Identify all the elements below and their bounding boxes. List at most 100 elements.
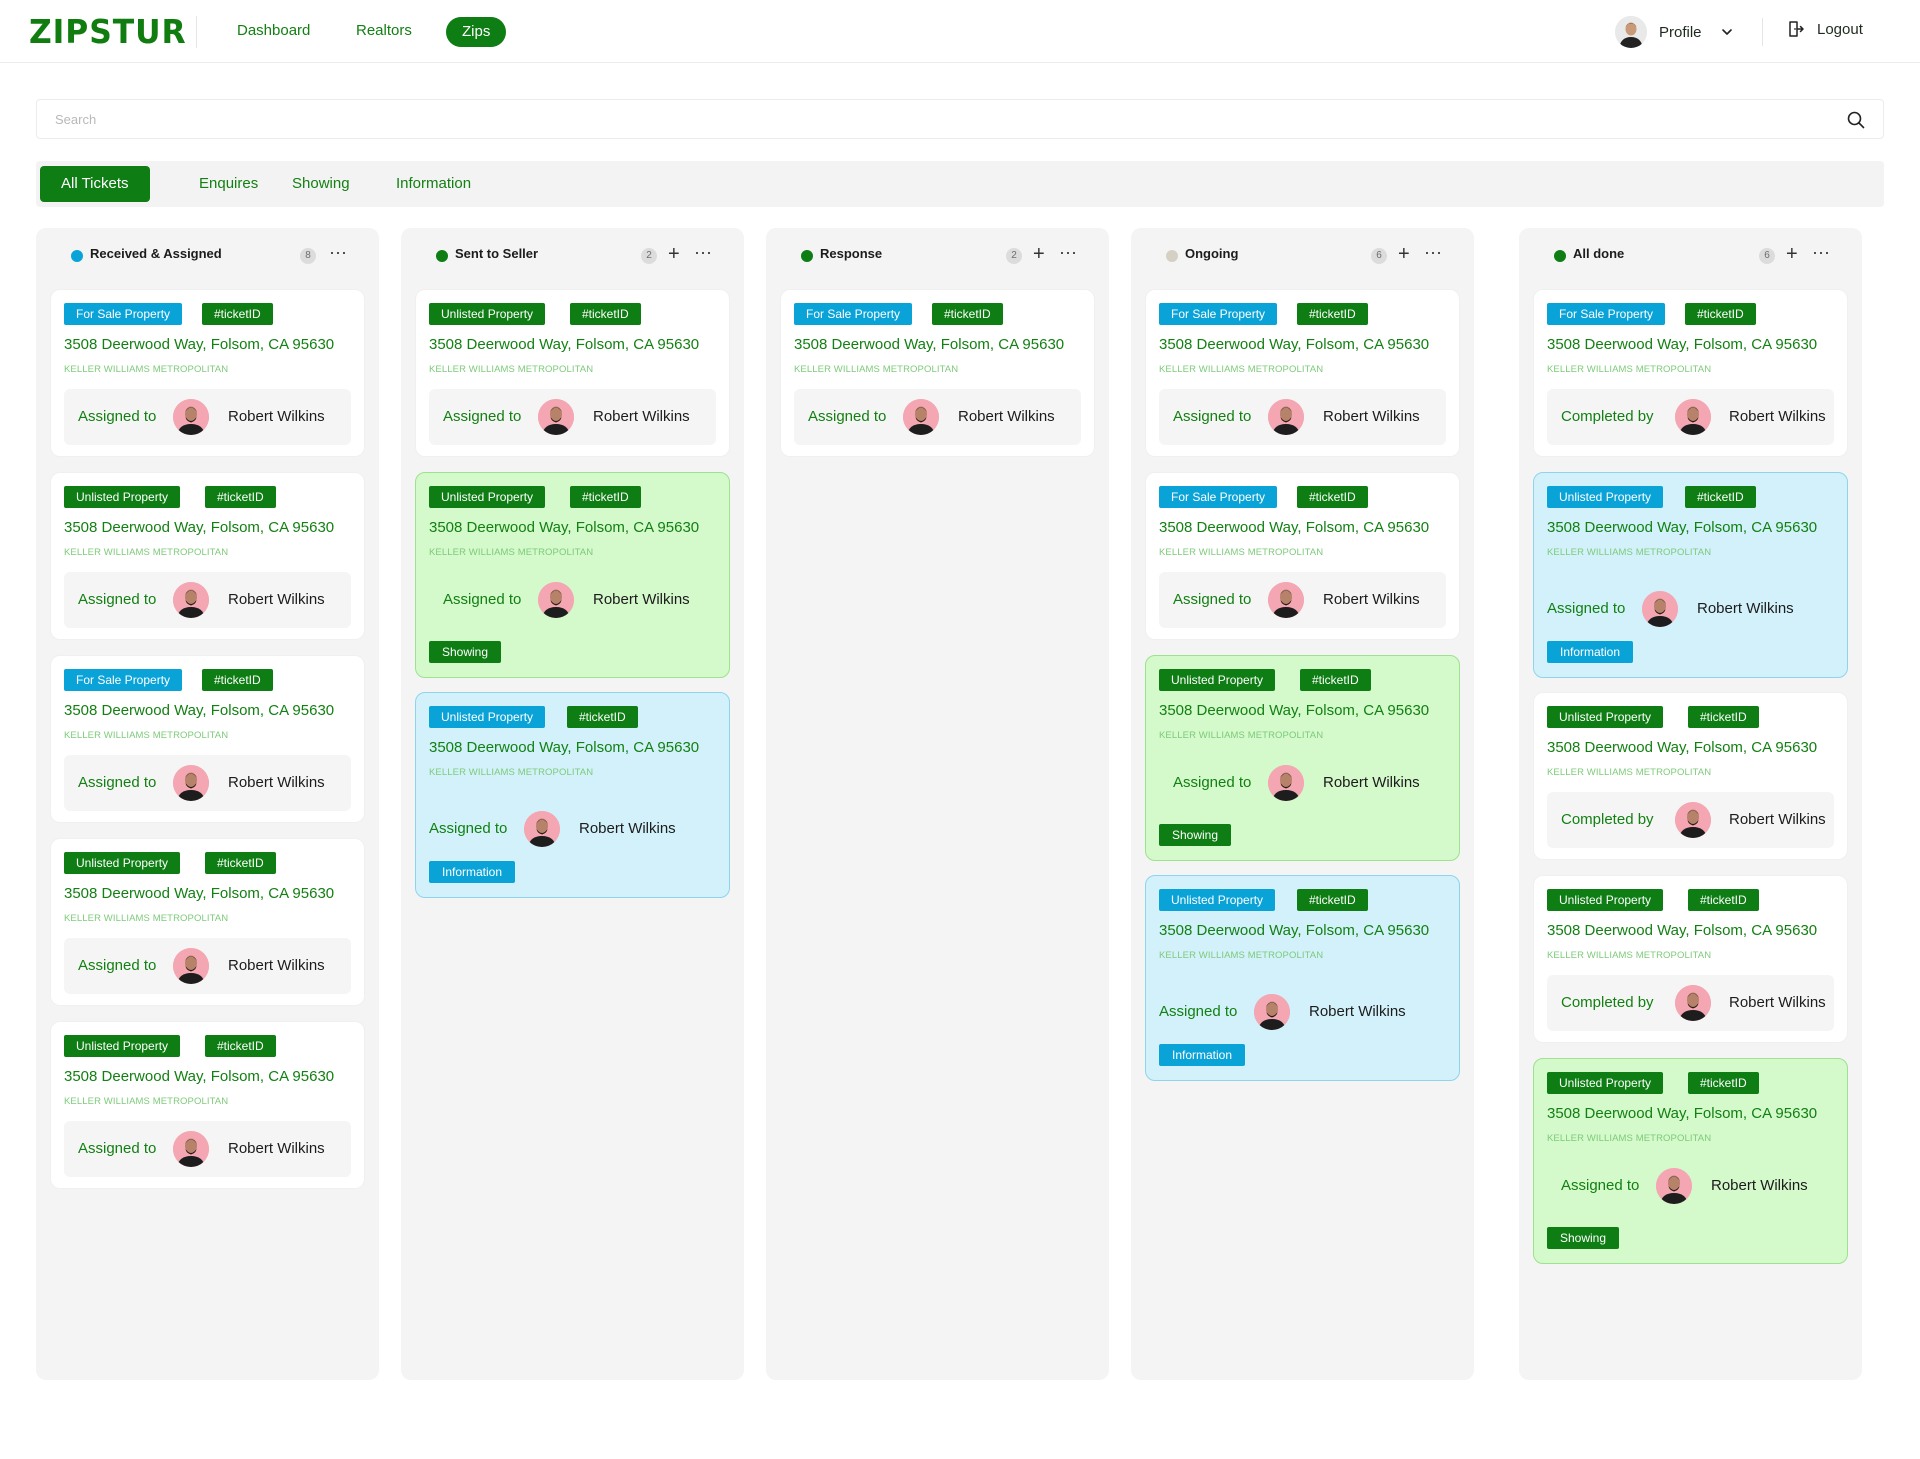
more-options-icon[interactable]: ··· xyxy=(694,242,712,262)
agency-name: KELLER WILLIAMS METROPOLITAN xyxy=(64,364,229,375)
zipstur-logo[interactable]: ZIPSTUR xyxy=(29,12,187,51)
add-ticket-icon[interactable]: + xyxy=(668,244,680,264)
column-status-dot xyxy=(436,250,448,262)
search-icon[interactable] xyxy=(1847,111,1865,129)
assignee-label: Assigned to xyxy=(443,591,522,608)
assignee-name[interactable]: Robert Wilkins xyxy=(579,820,676,837)
assignee-avatar xyxy=(173,948,209,984)
assignee-avatar xyxy=(173,582,209,618)
property-type-tag: Unlisted Property xyxy=(1159,669,1276,691)
assignee-name[interactable]: Robert Wilkins xyxy=(1729,811,1826,828)
assignee-avatar xyxy=(173,1131,209,1167)
assignee-name[interactable]: Robert Wilkins xyxy=(228,591,325,608)
assignee-name[interactable]: Robert Wilkins xyxy=(1697,600,1794,617)
add-ticket-icon[interactable]: + xyxy=(1398,244,1410,264)
add-ticket-icon[interactable]: + xyxy=(1786,244,1798,264)
assignee-name[interactable]: Robert Wilkins xyxy=(1729,408,1826,425)
agency-name: KELLER WILLIAMS METROPOLITAN xyxy=(429,767,594,778)
assignee-name[interactable]: Robert Wilkins xyxy=(1323,774,1420,791)
property-type-tag: For Sale Property xyxy=(1547,303,1666,325)
property-type-tag: Unlisted Property xyxy=(429,486,546,508)
property-address: 3508 Deerwood Way, Folsom, CA 95630 xyxy=(1159,702,1430,719)
ticket-id-tag: #ticketID xyxy=(1300,669,1371,691)
assignee-box: Assigned to Robert Wilkins xyxy=(64,938,351,994)
ticket-card[interactable]: Unlisted Property #ticketID 3508 Deerwood … xyxy=(1533,692,1848,860)
assignee-name[interactable]: Robert Wilkins xyxy=(593,408,690,425)
assignee-label: Assigned to xyxy=(78,957,157,974)
profile-avatar xyxy=(1615,16,1647,48)
property-address: 3508 Deerwood Way, Folsom, CA 95630 xyxy=(429,519,700,536)
add-ticket-icon[interactable]: + xyxy=(1033,244,1045,264)
column-header: All done 6 + ··· xyxy=(1519,228,1862,276)
assignee-name[interactable]: Robert Wilkins xyxy=(228,408,325,425)
chevron-down-icon[interactable] xyxy=(1720,25,1734,39)
property-address: 3508 Deerwood Way, Folsom, CA 95630 xyxy=(1547,739,1818,756)
ticket-card[interactable]: Unlisted Property #ticketID 3508 Deerwood … xyxy=(50,472,365,640)
ticket-card[interactable]: For Sale Property #ticketID 3508 Deerwood … xyxy=(1533,289,1848,457)
nav-dashboard[interactable]: Dashboard xyxy=(237,22,310,39)
assignee-name[interactable]: Robert Wilkins xyxy=(593,591,690,608)
ticket-card[interactable]: For Sale Property #ticketID 3508 Deerwood … xyxy=(1145,289,1460,457)
logout-label: Logout xyxy=(1817,20,1863,38)
logout-button[interactable]: Logout xyxy=(1787,20,1863,38)
assignee-name[interactable]: Robert Wilkins xyxy=(1323,591,1420,608)
assignee-label: Assigned to xyxy=(1159,1003,1238,1020)
ticket-card[interactable]: Unlisted Property #ticketID 3508 Deerwood … xyxy=(50,838,365,1006)
ticket-card[interactable]: Unlisted Property #ticketID 3508 Deerwood … xyxy=(1533,472,1848,678)
logout-icon xyxy=(1789,21,1804,37)
agency-name: KELLER WILLIAMS METROPOLITAN xyxy=(1547,1133,1712,1144)
column-count-badge: 2 xyxy=(1006,248,1022,264)
assignee-name[interactable]: Robert Wilkins xyxy=(228,957,325,974)
nav-zips[interactable]: Zips xyxy=(446,17,507,47)
agency-name: KELLER WILLIAMS METROPOLITAN xyxy=(1547,547,1712,558)
assignee-box: Assigned to Robert Wilkins xyxy=(64,572,351,628)
nav-realtors[interactable]: Realtors xyxy=(356,22,412,39)
assignee-name[interactable]: Robert Wilkins xyxy=(1309,1003,1406,1020)
ticket-card[interactable]: Unlisted Property #ticketID 3508 Deerwood … xyxy=(1145,655,1460,861)
ticket-card[interactable]: Unlisted Property #ticketID 3508 Deerwood … xyxy=(1533,875,1848,1043)
assignee-label: Assigned to xyxy=(78,774,157,791)
ticket-card[interactable]: Unlisted Property #ticketID 3508 Deerwood … xyxy=(1533,1058,1848,1264)
profile-label: Profile xyxy=(1659,23,1702,41)
search-input[interactable] xyxy=(55,100,1835,138)
ticket-card[interactable]: Unlisted Property #ticketID 3508 Deerwood … xyxy=(415,692,730,898)
ticket-card[interactable]: Unlisted Property #ticketID 3508 Deerwood … xyxy=(415,472,730,678)
assignee-label: Completed by xyxy=(1561,994,1654,1011)
ticket-id-tag: #ticketID xyxy=(1685,486,1756,508)
ticket-card[interactable]: Unlisted Property #ticketID 3508 Deerwood … xyxy=(50,1021,365,1189)
assignee-label: Assigned to xyxy=(1561,1177,1640,1194)
ticket-card[interactable]: For Sale Property #ticketID 3508 Deerwood … xyxy=(1145,472,1460,640)
more-options-icon[interactable]: ··· xyxy=(329,242,347,262)
property-address: 3508 Deerwood Way, Folsom, CA 95630 xyxy=(1159,922,1430,939)
property-address: 3508 Deerwood Way, Folsom, CA 95630 xyxy=(64,885,335,902)
agency-name: KELLER WILLIAMS METROPOLITAN xyxy=(1547,950,1712,961)
assignee-avatar xyxy=(173,765,209,801)
assignee-name[interactable]: Robert Wilkins xyxy=(958,408,1055,425)
more-options-icon[interactable]: ··· xyxy=(1424,242,1442,262)
tab-showing[interactable]: Showing xyxy=(271,166,371,202)
ticket-card[interactable]: For Sale Property #ticketID 3508 Deerwood … xyxy=(780,289,1095,457)
assignee-name[interactable]: Robert Wilkins xyxy=(1323,408,1420,425)
top-navigation-bar: ZIPSTUR Dashboard Realtors Zips Profile … xyxy=(0,0,1920,63)
assignee-name[interactable]: Robert Wilkins xyxy=(1711,1177,1808,1194)
assignee-name[interactable]: Robert Wilkins xyxy=(228,1140,325,1157)
more-options-icon[interactable]: ··· xyxy=(1059,242,1077,262)
assignee-name[interactable]: Robert Wilkins xyxy=(228,774,325,791)
profile-menu[interactable]: Profile xyxy=(1615,15,1734,49)
ticket-id-tag: #ticketID xyxy=(205,486,276,508)
assignee-box: Assigned to Robert Wilkins xyxy=(1159,389,1446,445)
more-options-icon[interactable]: ··· xyxy=(1812,242,1830,262)
ticket-card[interactable]: For Sale Property #ticketID 3508 Deerwood … xyxy=(50,289,365,457)
assignee-name[interactable]: Robert Wilkins xyxy=(1729,994,1826,1011)
assignee-label: Assigned to xyxy=(1173,774,1252,791)
tab-all-tickets[interactable]: All Tickets xyxy=(40,166,150,202)
ticket-card[interactable]: Unlisted Property #ticketID 3508 Deerwood … xyxy=(415,289,730,457)
tab-information[interactable]: Information xyxy=(375,166,492,202)
ticket-card[interactable]: For Sale Property #ticketID 3508 Deerwood … xyxy=(50,655,365,823)
agency-name: KELLER WILLIAMS METROPOLITAN xyxy=(1159,547,1324,558)
ticket-card[interactable]: Unlisted Property #ticketID 3508 Deerwood … xyxy=(1145,875,1460,1081)
assignee-box: Assigned to Robert Wilkins xyxy=(64,1121,351,1177)
tab-enquires[interactable]: Enquires xyxy=(178,166,279,202)
column-status-dot xyxy=(71,250,83,262)
column-sent-to-seller: Sent to Seller 2 + ··· Unlisted Property #tic… xyxy=(401,228,744,1380)
